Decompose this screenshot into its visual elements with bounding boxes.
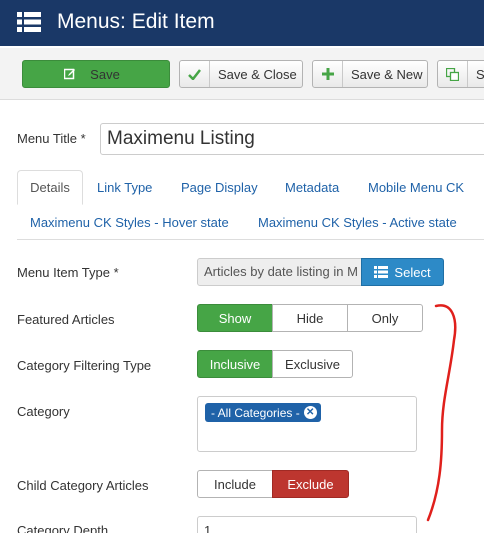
tab-link-type[interactable]: Link Type (97, 180, 152, 195)
plus-icon (313, 61, 343, 87)
child-category-label: Child Category Articles (17, 478, 149, 493)
category-label: Category (17, 404, 70, 419)
page-header: Menus: Edit Item (0, 0, 484, 46)
featured-only-option[interactable]: Only (347, 304, 423, 332)
menu-list-icon (17, 12, 41, 32)
category-select[interactable]: - All Categories - ✕ (197, 396, 417, 452)
category-chip: - All Categories - ✕ (205, 403, 321, 422)
select-button[interactable]: Select (361, 258, 444, 286)
select-label: Select (394, 264, 431, 280)
copy-icon (438, 61, 468, 87)
save-copy-button[interactable]: S (437, 60, 484, 88)
save-new-button[interactable]: Save & New (312, 60, 428, 88)
category-filtering-label: Category Filtering Type (17, 358, 152, 373)
featured-hide-option[interactable]: Hide (272, 304, 348, 332)
save-copy-label: S (476, 66, 484, 82)
save-label: Save (90, 66, 120, 82)
tab-details[interactable]: Details (17, 170, 83, 205)
page-title: Menus: Edit Item (57, 10, 215, 33)
filter-exclusive-option[interactable]: Exclusive (272, 350, 353, 378)
tabs-divider (17, 239, 484, 240)
remove-icon[interactable]: ✕ (303, 406, 317, 419)
tab-mobile-menu-ck[interactable]: Mobile Menu CK (368, 180, 464, 195)
filter-inclusive-option[interactable]: Inclusive (197, 350, 273, 378)
check-icon (180, 61, 210, 87)
featured-articles-label: Featured Articles (17, 312, 115, 327)
save-close-button[interactable]: Save & Close (179, 60, 303, 88)
category-chip-label: - All Categories - (211, 405, 300, 420)
list-icon (374, 266, 389, 278)
child-exclude-option[interactable]: Exclude (272, 470, 349, 498)
category-depth-input[interactable]: 1 (197, 516, 417, 533)
menu-title-label: Menu Title * (17, 131, 86, 146)
save-new-label: Save & New (351, 66, 423, 82)
annotation-bracket (426, 304, 457, 522)
menu-item-type-field: Articles by date listing in M (197, 258, 363, 286)
tab-details-label: Details (30, 180, 70, 195)
featured-show-option[interactable]: Show (197, 304, 273, 332)
tab-maximenu-active[interactable]: Maximenu CK Styles - Active state (258, 215, 457, 230)
save-close-label: Save & Close (218, 66, 297, 82)
menu-title-input[interactable]: Maximenu Listing (100, 123, 484, 155)
category-depth-label: Category Depth (17, 523, 109, 533)
edit-icon (64, 68, 76, 80)
child-include-option[interactable]: Include (197, 470, 273, 498)
toolbar: Save Save & Close Save & New S (0, 48, 484, 100)
tab-maximenu-hover[interactable]: Maximenu CK Styles - Hover state (30, 215, 229, 230)
tab-page-display[interactable]: Page Display (181, 180, 258, 195)
menu-item-type-label: Menu Item Type * (17, 265, 119, 280)
save-button[interactable]: Save (22, 60, 170, 88)
tab-metadata[interactable]: Metadata (285, 180, 339, 195)
